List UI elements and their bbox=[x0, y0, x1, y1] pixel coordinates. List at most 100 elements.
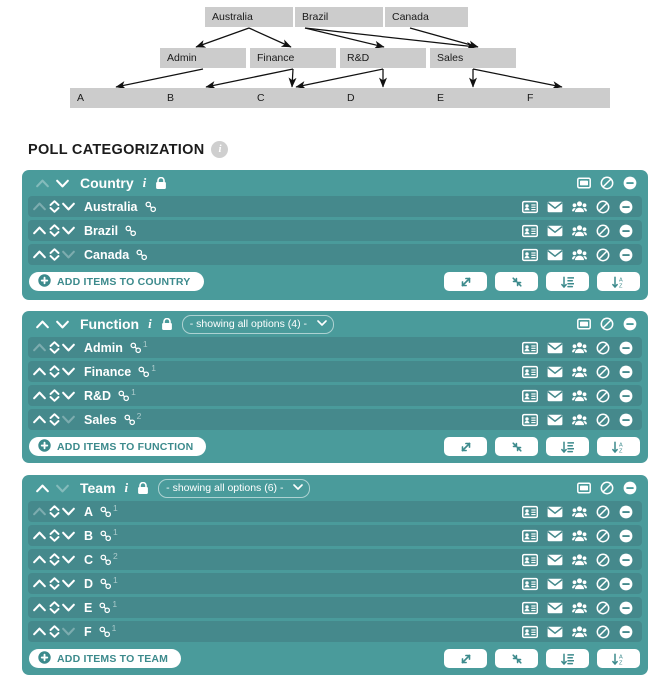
expand-all-button[interactable] bbox=[444, 649, 487, 668]
item-move-up-icon[interactable] bbox=[32, 622, 47, 642]
link-icon[interactable]: 1 bbox=[99, 623, 116, 638]
envelope-icon[interactable] bbox=[547, 601, 563, 615]
list-item[interactable]: E1 bbox=[28, 597, 642, 618]
list-item[interactable]: B1 bbox=[28, 525, 642, 546]
link-icon[interactable]: 1 bbox=[100, 527, 118, 542]
minus-circle-icon[interactable] bbox=[619, 200, 633, 214]
item-move-up-icon[interactable] bbox=[32, 410, 47, 430]
ban-icon[interactable] bbox=[600, 176, 614, 190]
item-move-up-icon[interactable] bbox=[32, 550, 47, 570]
sort-alphabetically-button[interactable]: AZ bbox=[597, 437, 640, 456]
ban-icon[interactable] bbox=[596, 365, 610, 379]
minus-circle-icon[interactable] bbox=[619, 341, 633, 355]
options-dropdown-team[interactable]: - showing all options (6) - bbox=[158, 478, 311, 498]
envelope-icon[interactable] bbox=[547, 505, 563, 519]
id-card-icon[interactable] bbox=[522, 625, 538, 639]
panel-move-up-icon[interactable] bbox=[32, 314, 52, 334]
item-move-down-icon[interactable] bbox=[61, 502, 76, 522]
item-reorder-icon[interactable] bbox=[47, 574, 61, 594]
item-move-up-icon[interactable] bbox=[32, 245, 47, 265]
link-icon[interactable]: 1 bbox=[100, 503, 118, 518]
item-move-down-icon[interactable] bbox=[61, 550, 76, 570]
window-icon[interactable] bbox=[577, 177, 591, 189]
item-move-up-icon[interactable] bbox=[32, 197, 47, 217]
item-move-up-icon[interactable] bbox=[32, 221, 47, 241]
users-icon[interactable] bbox=[572, 625, 587, 639]
item-move-down-icon[interactable] bbox=[61, 386, 76, 406]
item-reorder-icon[interactable] bbox=[47, 526, 61, 546]
list-item[interactable]: Brazil bbox=[28, 220, 642, 241]
link-icon[interactable] bbox=[136, 249, 149, 261]
item-move-up-icon[interactable] bbox=[32, 338, 47, 358]
item-move-up-icon[interactable] bbox=[32, 386, 47, 406]
panel-move-up-icon[interactable] bbox=[32, 173, 52, 193]
link-icon[interactable]: 1 bbox=[118, 387, 136, 402]
ban-icon[interactable] bbox=[596, 248, 610, 262]
options-dropdown-function[interactable]: - showing all options (4) - bbox=[181, 314, 335, 334]
id-card-icon[interactable] bbox=[522, 529, 538, 543]
item-reorder-icon[interactable] bbox=[47, 197, 61, 217]
lock-icon[interactable] bbox=[161, 318, 173, 330]
item-move-down-icon[interactable] bbox=[61, 197, 76, 217]
id-card-icon[interactable] bbox=[522, 365, 538, 379]
envelope-icon[interactable] bbox=[547, 529, 563, 543]
panel-info-icon[interactable]: i bbox=[148, 316, 152, 332]
sort-alphabetically-button[interactable]: AZ bbox=[597, 272, 640, 291]
sort-by-number-button[interactable] bbox=[546, 649, 589, 668]
minus-circle-icon[interactable] bbox=[619, 365, 633, 379]
ban-icon[interactable] bbox=[596, 505, 610, 519]
link-icon[interactable]: 2 bbox=[124, 411, 141, 426]
users-icon[interactable] bbox=[572, 365, 587, 379]
list-item[interactable]: A1 bbox=[28, 501, 642, 522]
add-items-button[interactable]: ADD ITEMS TO FUNCTION bbox=[29, 437, 207, 456]
link-icon[interactable]: 1 bbox=[99, 599, 117, 614]
minus-circle-icon[interactable] bbox=[619, 389, 633, 403]
ban-icon[interactable] bbox=[596, 389, 610, 403]
item-reorder-icon[interactable] bbox=[47, 338, 61, 358]
minus-circle-icon[interactable] bbox=[619, 553, 633, 567]
item-reorder-icon[interactable] bbox=[47, 550, 61, 570]
panel-move-up-icon[interactable] bbox=[32, 478, 52, 498]
link-icon[interactable]: 1 bbox=[138, 363, 156, 378]
list-item[interactable]: Finance 1 bbox=[28, 361, 642, 382]
minus-circle-icon[interactable] bbox=[623, 176, 637, 190]
item-reorder-icon[interactable] bbox=[47, 622, 61, 642]
users-icon[interactable] bbox=[572, 601, 587, 615]
minus-circle-icon[interactable] bbox=[619, 577, 633, 591]
users-icon[interactable] bbox=[572, 248, 587, 262]
list-item[interactable]: Sales 2 bbox=[28, 409, 642, 430]
envelope-icon[interactable] bbox=[547, 248, 563, 262]
item-move-down-icon[interactable] bbox=[61, 245, 76, 265]
id-card-icon[interactable] bbox=[522, 248, 538, 262]
envelope-icon[interactable] bbox=[547, 389, 563, 403]
ban-icon[interactable] bbox=[596, 413, 610, 427]
item-move-up-icon[interactable] bbox=[32, 574, 47, 594]
collapse-all-button[interactable] bbox=[495, 437, 538, 456]
envelope-icon[interactable] bbox=[547, 413, 563, 427]
minus-circle-icon[interactable] bbox=[619, 505, 633, 519]
ban-icon[interactable] bbox=[600, 481, 614, 495]
users-icon[interactable] bbox=[572, 413, 587, 427]
envelope-icon[interactable] bbox=[547, 341, 563, 355]
minus-circle-icon[interactable] bbox=[619, 248, 633, 262]
list-item[interactable]: D1 bbox=[28, 573, 642, 594]
ban-icon[interactable] bbox=[596, 553, 610, 567]
lock-icon[interactable] bbox=[137, 482, 149, 494]
sort-by-number-button[interactable] bbox=[546, 272, 589, 291]
users-icon[interactable] bbox=[572, 389, 587, 403]
id-card-icon[interactable] bbox=[522, 200, 538, 214]
link-icon[interactable] bbox=[125, 225, 138, 237]
list-item[interactable]: F1 bbox=[28, 621, 642, 642]
item-move-down-icon[interactable] bbox=[61, 410, 76, 430]
id-card-icon[interactable] bbox=[522, 577, 538, 591]
envelope-icon[interactable] bbox=[547, 553, 563, 567]
item-move-up-icon[interactable] bbox=[32, 598, 47, 618]
list-item[interactable]: C2 bbox=[28, 549, 642, 570]
envelope-icon[interactable] bbox=[547, 224, 563, 238]
panel-move-down-icon[interactable] bbox=[52, 173, 72, 193]
id-card-icon[interactable] bbox=[522, 341, 538, 355]
minus-circle-icon[interactable] bbox=[619, 601, 633, 615]
minus-circle-icon[interactable] bbox=[619, 413, 633, 427]
panel-move-down-icon[interactable] bbox=[52, 478, 72, 498]
users-icon[interactable] bbox=[572, 224, 587, 238]
